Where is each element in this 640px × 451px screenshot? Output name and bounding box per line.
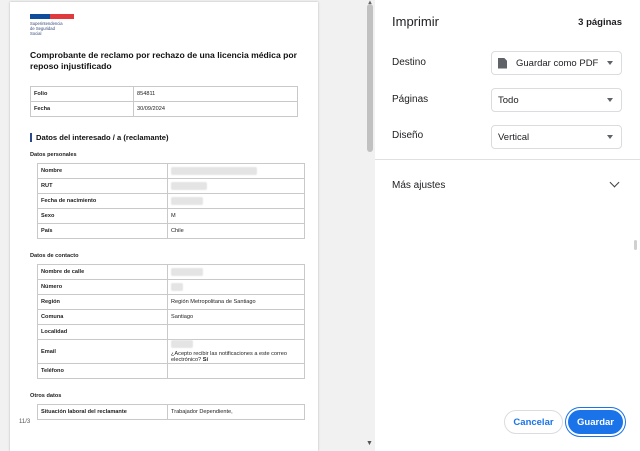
personal-table: Nombre RUT Fecha de nacimiento Sexo M Paí… <box>37 163 305 239</box>
email-question: ¿Acepto recibir las notificaciones a est… <box>171 351 287 363</box>
redacted-value <box>171 268 203 276</box>
email-answer: Sí <box>202 357 209 363</box>
chevron-down-icon <box>607 61 613 65</box>
redacted-value <box>171 340 193 348</box>
logo-line-3: Social <box>30 31 42 36</box>
redacted-value <box>171 182 207 190</box>
preview-scrollbar[interactable]: ▲ ▼ <box>365 0 375 451</box>
pages-value: Todo <box>498 94 519 106</box>
panel-title: Imprimir <box>392 14 439 29</box>
table-row: Nombre <box>37 163 305 179</box>
divider <box>375 159 640 160</box>
preview-page: Superintendencia de Seguridad Social Com… <box>10 2 318 451</box>
destination-select[interactable]: Guardar como PDF <box>491 51 622 75</box>
table-row: RUT <box>37 178 305 194</box>
redacted-value <box>171 167 257 175</box>
table-row: Email ¿Acepto recibir las notificaciones… <box>37 339 305 364</box>
table-row: Número <box>37 279 305 295</box>
scrollbar-thumb[interactable] <box>367 4 373 152</box>
contact-heading: Datos de contacto <box>30 253 79 259</box>
summary-table: Folio 854811 Fecha 30/09/2024 <box>30 86 298 117</box>
page-number: 11/3 <box>19 419 31 425</box>
print-preview: Superintendencia de Seguridad Social Com… <box>0 0 365 451</box>
pages-label: Páginas <box>392 94 429 105</box>
pages-select[interactable]: Todo <box>491 88 622 112</box>
destination-value: Guardar como PDF <box>516 57 599 69</box>
table-row: Fecha 30/09/2024 <box>30 101 298 117</box>
document-title: Comprobante de reclamo por rechazo de un… <box>30 50 297 71</box>
page-count: 3 páginas <box>578 17 622 28</box>
file-icon <box>498 57 507 69</box>
other-table: Situación laboral del reclamante Trabajad… <box>37 404 305 420</box>
table-row: Sexo M <box>37 208 305 224</box>
table-row: País Chile <box>37 223 305 239</box>
chevron-down-icon <box>607 98 613 102</box>
more-settings[interactable]: Más ajustes <box>392 180 445 191</box>
layout-value: Vertical <box>498 131 530 143</box>
layout-label: Diseño <box>392 130 424 141</box>
scroll-down-icon[interactable]: ▼ <box>366 440 373 447</box>
logo: Superintendencia de Seguridad Social <box>30 14 74 36</box>
save-button[interactable]: Guardar <box>568 410 623 434</box>
table-row: Región Región Metropolitana de Santiago <box>37 294 305 310</box>
expand-chevron-icon[interactable] <box>609 177 620 188</box>
table-row: Situación laboral del reclamante Trabajad… <box>37 404 305 420</box>
contact-table: Nombre de calle Número Región Región Metr… <box>37 264 305 379</box>
print-settings-panel: Imprimir 3 páginas Destino Guardar como … <box>375 0 640 451</box>
table-row: Localidad <box>37 324 305 340</box>
panel-scroll-indicator <box>634 240 637 250</box>
table-row: Comuna Santiago <box>37 309 305 325</box>
table-row: Fecha de nacimiento <box>37 193 305 209</box>
table-row: Folio 854811 <box>30 86 298 102</box>
redacted-value <box>171 283 183 291</box>
chevron-down-icon <box>607 135 613 139</box>
table-row: Nombre de calle <box>37 264 305 280</box>
table-row: Teléfono <box>37 363 305 379</box>
section-title: Datos del interesado / a (reclamante) <box>30 133 298 142</box>
redacted-value <box>171 197 203 205</box>
cancel-button[interactable]: Cancelar <box>504 410 563 434</box>
layout-select[interactable]: Vertical <box>491 125 622 149</box>
personal-heading: Datos personales <box>30 152 77 158</box>
other-heading: Otros datos <box>30 393 62 399</box>
destination-label: Destino <box>392 57 426 68</box>
